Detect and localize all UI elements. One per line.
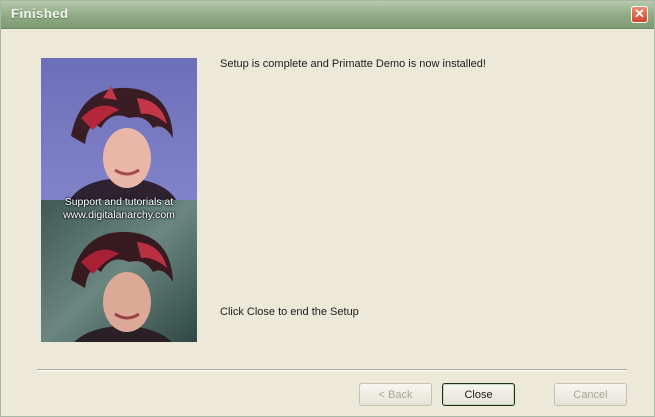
window-title: Finished — [11, 6, 69, 21]
back-button[interactable]: < Back — [359, 383, 432, 406]
cancel-button[interactable]: Cancel — [554, 383, 627, 406]
caption-line-1: Support and tutorials at — [64, 196, 174, 208]
caption-line-2: www.digitalanarchy.com — [63, 209, 175, 221]
promo-image: Support and tutorials at www.digitalanar… — [41, 58, 197, 342]
button-separator — [37, 369, 627, 371]
close-window-icon[interactable]: ✕ — [631, 6, 648, 23]
title-bar[interactable]: Finished ✕ — [1, 1, 654, 29]
close-button[interactable]: Close — [442, 383, 515, 406]
close-instruction-text: Click Close to end the Setup — [220, 306, 359, 318]
support-caption: Support and tutorials at www.digitalanar… — [41, 196, 197, 222]
installer-dialog: Finished ✕ Support and tutorials at www.… — [0, 0, 655, 417]
setup-complete-message: Setup is complete and Primatte Demo is n… — [220, 58, 486, 70]
